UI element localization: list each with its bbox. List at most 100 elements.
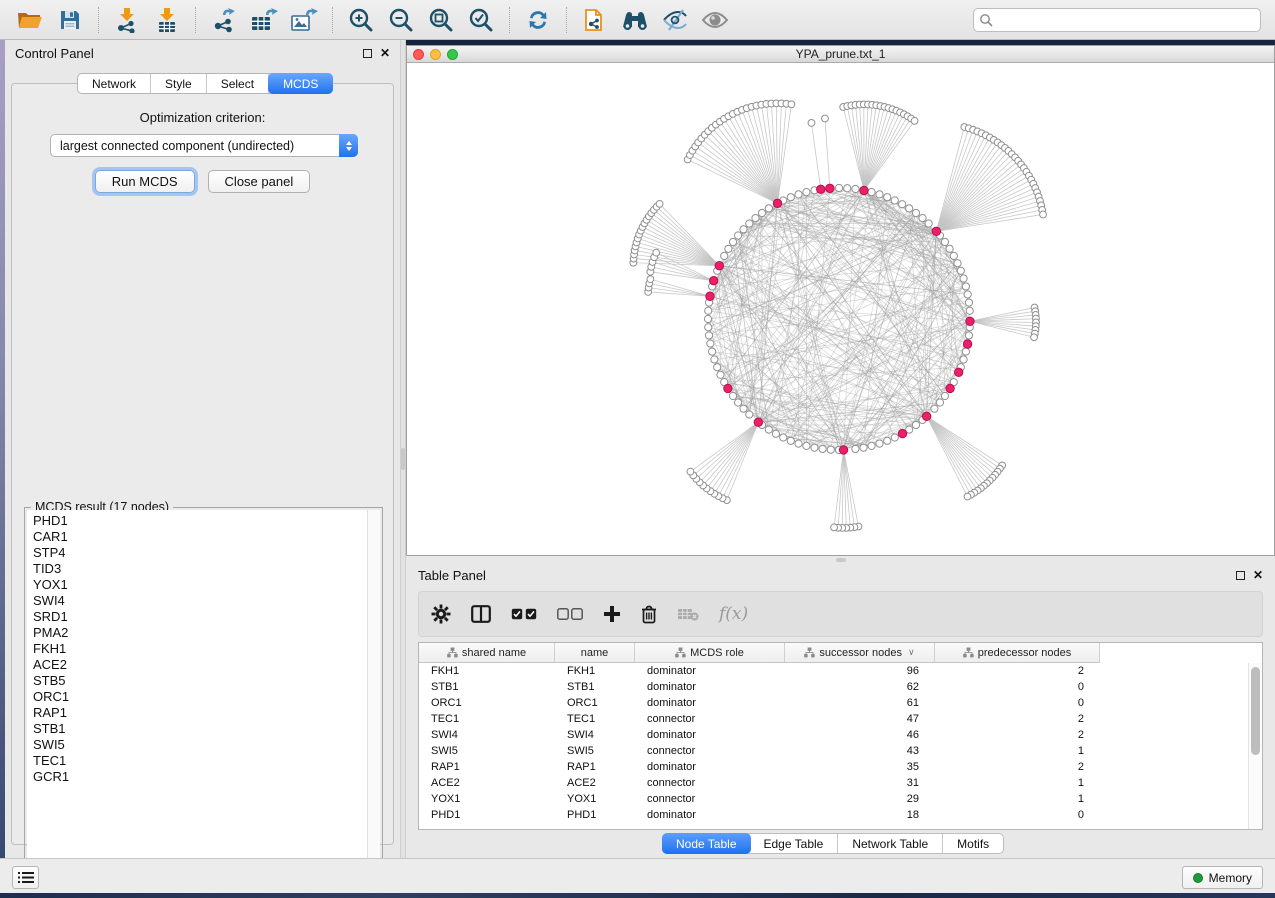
search-input[interactable] [973, 8, 1261, 32]
zoom-in-icon[interactable] [344, 5, 378, 35]
mcds-result-item[interactable]: RAP1 [33, 705, 367, 721]
network-node[interactable] [912, 421, 919, 428]
mcds-network-node[interactable] [817, 185, 825, 193]
network-node[interactable] [936, 399, 943, 406]
zoom-selected-icon[interactable] [464, 5, 498, 35]
table-row[interactable]: SWI5SWI5connector431 [419, 743, 1248, 759]
mcds-result-item[interactable]: SWI5 [33, 737, 367, 753]
network-node[interactable] [788, 101, 795, 108]
mcds-result-item[interactable]: STP4 [33, 545, 367, 561]
mcds-result-item[interactable]: FKH1 [33, 641, 367, 657]
table-row[interactable]: YOX1YOX1connector291 [419, 791, 1248, 807]
mcds-network-node[interactable] [898, 429, 906, 437]
network-node[interactable] [844, 185, 851, 192]
network-node[interactable] [704, 315, 711, 322]
network-node[interactable] [746, 411, 753, 418]
zoom-out-icon[interactable] [384, 5, 418, 35]
table-row[interactable]: RAP1RAP1dominator352 [419, 759, 1248, 775]
float-panel-icon[interactable] [1236, 571, 1245, 580]
export-network-icon[interactable] [207, 5, 241, 35]
mcds-network-node[interactable] [946, 384, 954, 392]
network-node[interactable] [707, 340, 714, 347]
mcds-network-node[interactable] [715, 262, 723, 270]
network-node[interactable] [906, 205, 913, 212]
network-canvas[interactable] [407, 63, 1274, 555]
network-node[interactable] [891, 434, 898, 441]
network-node[interactable] [852, 185, 859, 192]
network-node[interactable] [860, 444, 867, 451]
mcds-result-item[interactable]: GCR1 [33, 769, 367, 785]
network-node[interactable] [964, 493, 971, 500]
column-header-shared-name[interactable]: shared name [419, 643, 555, 663]
table-settings-gear-icon[interactable] [431, 604, 451, 624]
network-node[interactable] [876, 440, 883, 447]
table-row[interactable]: ACE2ACE2connector311 [419, 775, 1248, 791]
network-node[interactable] [852, 445, 859, 452]
network-node[interactable] [835, 184, 842, 191]
network-node[interactable] [891, 197, 898, 204]
table-row[interactable]: TEC1TEC1connector472 [419, 711, 1248, 727]
network-node[interactable] [1040, 211, 1047, 218]
memory-button[interactable]: Memory [1182, 866, 1263, 889]
network-node[interactable] [899, 201, 906, 208]
mcds-network-node[interactable] [966, 317, 974, 325]
tab-motifs[interactable]: Motifs [943, 834, 1003, 853]
tab-mcds[interactable]: MCDS [268, 73, 333, 94]
network-node[interactable] [803, 442, 810, 449]
network-node[interactable] [876, 191, 883, 198]
table-scrollbar-thumb[interactable] [1251, 667, 1260, 755]
network-node[interactable] [734, 399, 741, 406]
network-node[interactable] [965, 332, 972, 339]
network-node[interactable] [709, 348, 716, 355]
network-node[interactable] [705, 332, 712, 339]
network-node[interactable] [705, 324, 712, 331]
horizontal-splitter[interactable] [406, 556, 1275, 563]
function-builder-icon[interactable]: f(x) [719, 604, 748, 624]
hide-details-icon[interactable] [658, 5, 692, 35]
float-panel-icon[interactable] [363, 49, 372, 58]
network-node[interactable] [758, 209, 765, 216]
network-node[interactable] [765, 205, 772, 212]
splitter-handle[interactable] [836, 558, 846, 562]
mcds-result-item[interactable]: CAR1 [33, 529, 367, 545]
network-node[interactable] [795, 440, 802, 447]
network-node[interactable] [787, 194, 794, 201]
network-node[interactable] [912, 209, 919, 216]
network-node[interactable] [962, 283, 969, 290]
network-node[interactable] [729, 238, 736, 245]
mcds-result-item[interactable]: PMA2 [33, 625, 367, 641]
mcds-network-node[interactable] [773, 199, 781, 207]
zoom-fit-icon[interactable] [424, 5, 458, 35]
network-node[interactable] [746, 220, 753, 227]
share-document-icon[interactable] [578, 5, 612, 35]
network-node[interactable] [717, 371, 724, 378]
mcds-result-item[interactable]: YOX1 [33, 577, 367, 593]
network-node[interactable] [687, 468, 694, 475]
network-node[interactable] [965, 299, 972, 306]
mcds-network-node[interactable] [706, 292, 714, 300]
mcds-result-item[interactable]: ORC1 [33, 689, 367, 705]
mcds-result-item[interactable]: TID3 [33, 561, 367, 577]
mcds-result-item[interactable]: STB5 [33, 673, 367, 689]
import-network-icon[interactable] [110, 5, 144, 35]
tab-node-table[interactable]: Node Table [662, 833, 751, 854]
mcds-network-node[interactable] [963, 340, 971, 348]
network-node[interactable] [819, 445, 826, 452]
network-node[interactable] [911, 117, 918, 124]
table-scrollbar[interactable] [1248, 663, 1262, 829]
select-all-columns-icon[interactable] [511, 608, 537, 620]
export-table-icon[interactable] [247, 5, 281, 35]
network-node[interactable] [960, 356, 967, 363]
mcds-result-item[interactable]: PHD1 [33, 513, 367, 529]
network-node[interactable] [946, 245, 953, 252]
network-node[interactable] [795, 191, 802, 198]
tab-network[interactable]: Network [78, 74, 151, 93]
network-node[interactable] [964, 291, 971, 298]
network-node[interactable] [711, 356, 718, 363]
network-node[interactable] [954, 260, 961, 267]
network-node[interactable] [868, 442, 875, 449]
import-table-icon[interactable] [150, 5, 184, 35]
network-node[interactable] [884, 437, 891, 444]
network-node[interactable] [780, 434, 787, 441]
delete-table-icon[interactable] [677, 607, 699, 621]
